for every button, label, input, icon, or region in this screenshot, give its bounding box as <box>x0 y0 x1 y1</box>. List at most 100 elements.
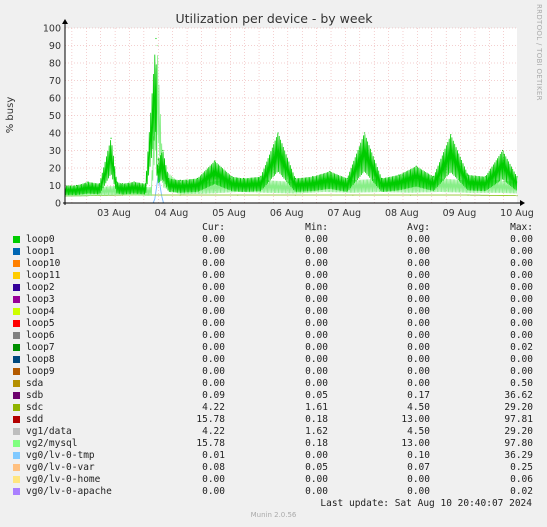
legend-max-value: 0.50 <box>510 378 533 389</box>
data-point <box>179 194 181 196</box>
legend-min-value: 0.05 <box>305 390 328 401</box>
y-tick-label: 50 <box>49 111 61 122</box>
legend-avg-value: 0.00 <box>407 234 430 245</box>
legend-swatch <box>13 476 20 483</box>
data-point <box>432 176 435 178</box>
data-point <box>133 181 135 183</box>
legend-avg-value: 0.10 <box>407 450 430 461</box>
legend-cur-value: 4.22 <box>202 426 225 437</box>
legend-max-value: 0.00 <box>510 234 533 245</box>
legend-avg-value: 0.00 <box>407 246 430 257</box>
legend-max-value: 0.06 <box>510 474 533 485</box>
legend-swatch <box>13 236 20 243</box>
y-tick-label: 90 <box>49 41 61 52</box>
legend-cur-value: 0.00 <box>202 486 225 497</box>
legend-avg-value: 0.00 <box>407 294 430 305</box>
x-tick-label: 08 Aug <box>385 208 419 219</box>
x-tick-label: 06 Aug <box>270 208 304 219</box>
legend-avg-value: 0.00 <box>407 378 430 389</box>
legend-avg-value: 0.00 <box>407 270 430 281</box>
legend-row: loop6 0.00 0.00 0.00 0.00 <box>0 330 547 342</box>
legend-name: vg0/lv-0-var <box>26 462 95 473</box>
legend-name: loop3 <box>26 294 55 305</box>
legend-row: loop8 0.00 0.00 0.00 0.00 <box>0 354 547 366</box>
legend-name: vg0/lv-0-home <box>26 474 101 485</box>
legend-max-value: 0.25 <box>510 462 533 473</box>
legend-cur-value: 0.00 <box>202 270 225 281</box>
data-point <box>196 177 199 180</box>
data-point <box>150 186 152 188</box>
y-tick-label: 60 <box>49 94 61 105</box>
legend-swatch <box>13 332 20 339</box>
legend-name: sdd <box>26 414 44 425</box>
y-tick-label: 100 <box>43 24 61 35</box>
data-point <box>242 177 245 180</box>
legend-min-value: 0.18 <box>305 414 328 425</box>
legend-swatch <box>13 284 20 291</box>
legend-name: loop5 <box>26 318 55 329</box>
legend-min-value: 0.00 <box>305 330 328 341</box>
legend-row: sdc 4.22 1.61 4.50 29.20 <box>0 402 547 414</box>
legend-max-value: 0.00 <box>510 258 533 269</box>
x-tick-label: 09 Aug <box>443 208 477 219</box>
data-point <box>311 176 314 178</box>
legend-swatch <box>13 392 20 399</box>
legend-swatch <box>13 404 20 411</box>
legend-cur-value: 4.22 <box>202 402 225 413</box>
legend-max-value: 29.20 <box>504 426 533 437</box>
data-point <box>75 184 78 187</box>
x-tick-label: 10 Aug <box>500 208 534 219</box>
legend-min-value: 0.00 <box>305 270 328 281</box>
legend-avg-value: 0.00 <box>407 342 430 353</box>
legend-avg-value: 0.17 <box>407 390 430 401</box>
legend-min-value: 0.00 <box>305 318 328 329</box>
header-max: Max: <box>510 222 533 233</box>
legend-max-value: 36.62 <box>504 390 533 401</box>
legend-max-value: 0.00 <box>510 306 533 317</box>
data-point <box>231 176 233 178</box>
legend-min-value: 0.18 <box>305 438 328 449</box>
legend-row: vg0/lv-0-tmp 0.01 0.00 0.10 36.29 <box>0 450 547 462</box>
legend-row: vg2/mysql 15.78 0.18 13.00 97.80 <box>0 438 547 450</box>
legend-name: sda <box>26 378 44 389</box>
legend-max-value: 0.02 <box>510 486 533 497</box>
legend-max-value: 0.00 <box>510 270 533 281</box>
legend-avg-value: 0.00 <box>407 366 430 377</box>
legend-row: loop2 0.00 0.00 0.00 0.00 <box>0 282 547 294</box>
legend-row: loop10 0.00 0.00 0.00 0.00 <box>0 258 547 270</box>
data-point <box>260 176 262 178</box>
data-point <box>294 194 296 196</box>
legend-name: sdc <box>26 402 44 413</box>
legend-swatch <box>13 428 20 435</box>
data-point <box>145 183 147 185</box>
legend-name: vg2/mysql <box>26 438 78 449</box>
data-point <box>294 177 296 180</box>
legend-cur-value: 0.00 <box>202 366 225 377</box>
legend-cur-value: 0.09 <box>202 390 225 401</box>
legend-cur-value: 0.00 <box>202 306 225 317</box>
chart-title: Utilization per device - by week <box>175 11 373 26</box>
legend-swatch <box>13 416 20 423</box>
legend-avg-value: 0.00 <box>407 258 430 269</box>
legend-row: sdb 0.09 0.05 0.17 36.62 <box>0 390 547 402</box>
legend-cur-value: 0.00 <box>202 342 225 353</box>
legend-max-value: 97.81 <box>504 414 533 425</box>
legend-max-value: 97.80 <box>504 438 533 449</box>
legend-cur-value: 0.01 <box>202 450 225 461</box>
legend-swatch <box>13 464 20 471</box>
legend-name: vg0/lv-0-apache <box>26 486 112 497</box>
legend-swatch <box>13 308 20 315</box>
legend-row: sdd 15.78 0.18 13.00 97.81 <box>0 414 547 426</box>
legend-max-value: 0.00 <box>510 354 533 365</box>
x-tick-label: 07 Aug <box>327 208 361 219</box>
legend-avg-value: 0.00 <box>407 330 430 341</box>
header-cur: Cur: <box>202 222 225 233</box>
data-point <box>168 177 170 180</box>
legend-cur-value: 0.00 <box>202 282 225 293</box>
legend-max-value: 0.00 <box>510 318 533 329</box>
legend-min-value: 0.00 <box>305 246 328 257</box>
legend-name: loop0 <box>26 234 55 245</box>
legend-min-value: 0.00 <box>305 450 328 461</box>
legend-swatch <box>13 344 20 351</box>
y-ticks: 0 10 20 30 40 50 60 70 80 90 100 <box>43 24 61 210</box>
